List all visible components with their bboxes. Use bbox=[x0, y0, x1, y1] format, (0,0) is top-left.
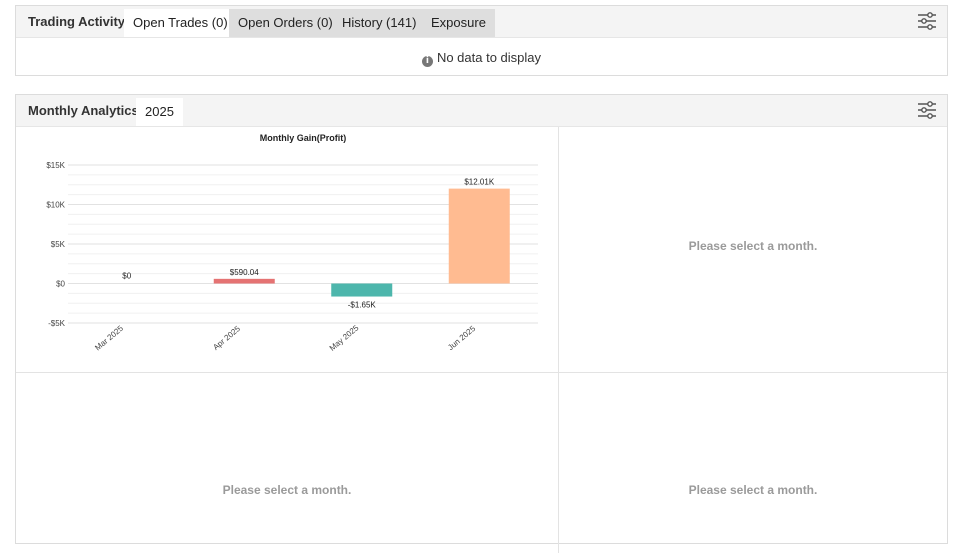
y-tick-label: $15K bbox=[46, 161, 65, 170]
bar bbox=[331, 283, 393, 297]
bar bbox=[448, 188, 510, 284]
monthly-analytics-panel: Monthly Analytics 2025 Monthly Gain(Prof… bbox=[15, 94, 948, 553]
data-label: $12.01K bbox=[464, 178, 494, 187]
bar bbox=[213, 278, 275, 284]
y-tick-label: $10K bbox=[46, 201, 65, 210]
tab-year[interactable]: 2025 bbox=[136, 98, 183, 126]
tab-open-orders[interactable]: Open Orders (0) bbox=[229, 9, 342, 37]
monthly-analytics-header: Monthly Analytics 2025 bbox=[16, 95, 947, 127]
sliders-icon[interactable] bbox=[917, 101, 937, 119]
empty-message: No data to display bbox=[436, 50, 542, 65]
y-tick-label: -$5K bbox=[48, 319, 66, 328]
monthly-analytics-title: Monthly Analytics bbox=[28, 103, 139, 118]
x-tick-label: Jun 2025 bbox=[446, 324, 477, 352]
select-month-message: Please select a month. bbox=[688, 239, 818, 253]
data-label: $0 bbox=[122, 272, 131, 281]
info-icon: i bbox=[421, 56, 433, 67]
data-label: -$1.65K bbox=[348, 301, 377, 310]
tab-exposure[interactable]: Exposure bbox=[422, 9, 495, 37]
monthly-gain-chart: Monthly Gain(Profit) $15K $10K $5K $0 -$5K $0 M… bbox=[46, 133, 538, 353]
empty-state: i No data to display bbox=[16, 50, 947, 67]
x-tick-label: Mar 2025 bbox=[93, 323, 125, 352]
trading-activity-header: Trading Activity Open Trades (0) Open Or… bbox=[16, 6, 947, 38]
y-tick-label: $0 bbox=[56, 280, 65, 289]
trading-activity-panel: Trading Activity Open Trades (0) Open Or… bbox=[15, 5, 948, 76]
tab-history[interactable]: History (141) bbox=[333, 9, 426, 37]
chart-title: Monthly Gain(Profit) bbox=[260, 133, 347, 143]
analytics-cell-4: Please select a month. bbox=[559, 373, 947, 553]
select-month-message: Please select a month. bbox=[222, 483, 352, 497]
analytics-cell-2: Please select a month. bbox=[559, 127, 947, 373]
sliders-icon[interactable] bbox=[917, 12, 937, 30]
x-tick-label: Apr 2025 bbox=[211, 324, 242, 352]
select-month-message: Please select a month. bbox=[688, 483, 818, 497]
x-tick-label: May 2025 bbox=[328, 323, 361, 353]
tab-open-trades[interactable]: Open Trades (0) bbox=[124, 9, 237, 37]
y-tick-label: $5K bbox=[51, 240, 66, 249]
data-label: $590.04 bbox=[230, 268, 259, 277]
trading-activity-title: Trading Activity bbox=[28, 14, 126, 29]
analytics-cell-3: Please select a month. bbox=[16, 373, 559, 553]
monthly-gain-chart-cell: Monthly Gain(Profit) $15K $10K $5K $0 -$5K $0 M… bbox=[16, 127, 559, 373]
